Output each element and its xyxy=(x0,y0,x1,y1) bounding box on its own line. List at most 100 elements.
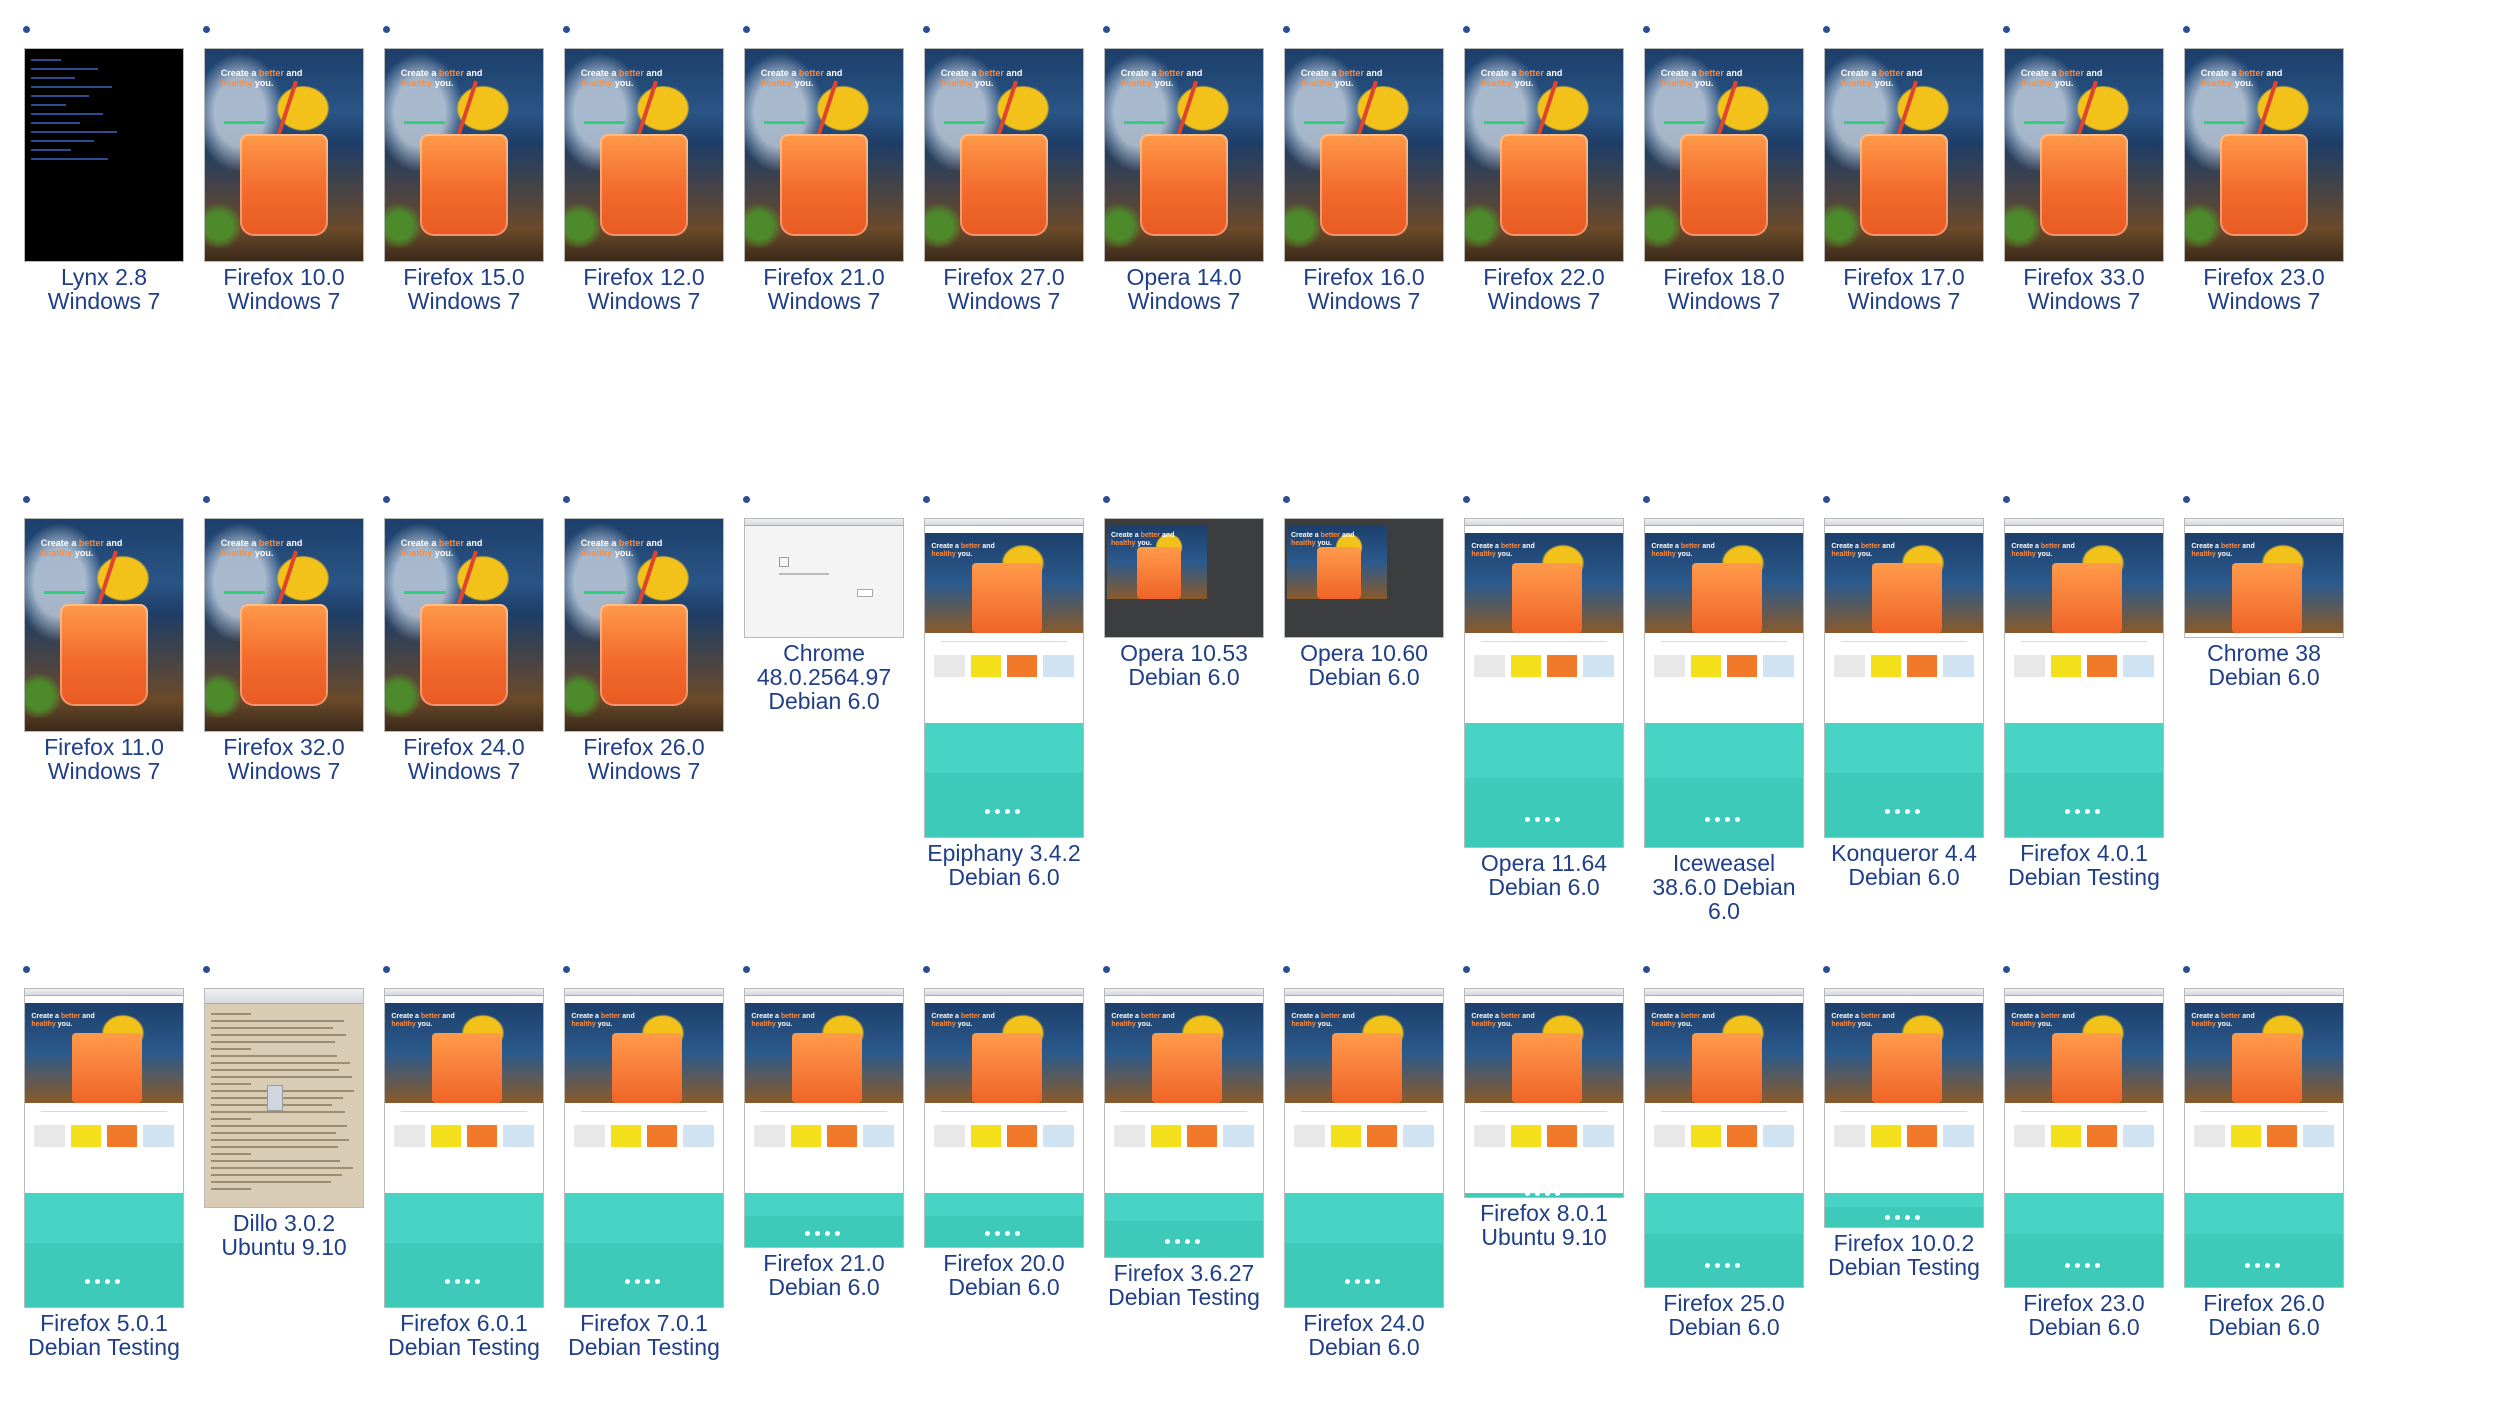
page-text-line xyxy=(211,1188,251,1190)
page-screenshot-thumbnail[interactable]: Create a better and healthy you. xyxy=(1824,48,1984,262)
page-screenshot-thumbnail[interactable]: Create a better and healthy you. xyxy=(2184,518,2344,638)
page-screenshot-thumbnail[interactable]: Create a better and healthy you. xyxy=(1284,518,1444,638)
product-card xyxy=(2266,1125,2298,1147)
browser-toolbar xyxy=(1285,989,1443,996)
os-name: Debian 6.0 xyxy=(948,1274,1060,1300)
product-row xyxy=(934,1125,1074,1147)
browser-name: Iceweasel 38.6.0 Debian 6.0 xyxy=(1652,850,1796,924)
page-screenshot-thumbnail[interactable]: Create a better and healthy you. xyxy=(384,48,544,262)
browser-toolbar xyxy=(2185,989,2343,996)
page-screenshot-thumbnail[interactable]: Create a better and healthy you. xyxy=(1644,988,1804,1288)
page-screenshot-thumbnail[interactable]: Create a better and healthy you. xyxy=(1284,48,1444,262)
page-screenshot-thumbnail[interactable] xyxy=(204,988,364,1208)
social-icon xyxy=(1735,817,1740,822)
page-screenshot-thumbnail[interactable]: Create a better and healthy you. xyxy=(1104,518,1264,638)
page-screenshot-thumbnail[interactable]: Create a better and healthy you. xyxy=(564,988,724,1308)
page-screenshot-thumbnail[interactable]: Create a better and healthy you. xyxy=(924,988,1084,1248)
browser-result-cell: Create a better and healthy you. Firefox 2… xyxy=(383,496,544,783)
hero-headline: Create a better and healthy you. xyxy=(2011,1013,2075,1028)
page-screenshot-thumbnail[interactable]: Create a better and healthy you. xyxy=(2004,988,2164,1288)
page-screenshot-thumbnail[interactable]: Create a better and healthy you. xyxy=(1644,48,1804,262)
page-screenshot-thumbnail[interactable]: Create a better and healthy you. xyxy=(384,518,544,732)
page-screenshot-thumbnail[interactable]: Create a better and healthy you. xyxy=(924,48,1084,262)
drink-glass xyxy=(1332,1033,1402,1103)
page-screenshot-thumbnail[interactable]: Create a better and healthy you. xyxy=(1284,988,1444,1308)
drink-glass xyxy=(1512,1033,1582,1103)
product-card xyxy=(1546,1125,1578,1147)
page-text-line xyxy=(211,1132,336,1134)
page-screenshot-thumbnail[interactable]: Create a better and healthy you. xyxy=(204,48,364,262)
page-screenshot-thumbnail[interactable]: Create a better and healthy you. xyxy=(564,48,724,262)
page-screenshot-thumbnail[interactable]: Create a better and healthy you. xyxy=(1104,48,1264,262)
product-card xyxy=(1042,1125,1074,1147)
page-screenshot-thumbnail[interactable]: Create a better and healthy you. xyxy=(2004,518,2164,838)
page-screenshot-thumbnail[interactable]: Create a better and healthy you. xyxy=(384,988,544,1308)
hero-photo: Create a better and healthy you. xyxy=(1465,49,1623,261)
hero-photo: Create a better and healthy you. xyxy=(2005,533,2163,633)
social-icon xyxy=(2265,1263,2270,1268)
page-text-line xyxy=(211,1139,349,1141)
browser-result-cell: Create a better and healthy you. Firefox 3… xyxy=(2003,26,2164,313)
page-screenshot-thumbnail[interactable]: Create a better and healthy you. xyxy=(924,518,1084,838)
products-section xyxy=(1465,633,1623,723)
page-screenshot-thumbnail[interactable]: Create a better and healthy you. xyxy=(204,518,364,732)
browser-result-cell: Dillo 3.0.2 Ubuntu 9.10 xyxy=(203,966,364,1259)
browser-name: Firefox 17.0 xyxy=(1843,264,1965,290)
product-card xyxy=(466,1125,498,1147)
bullet-dot xyxy=(2003,496,2010,503)
page-screenshot-thumbnail[interactable]: Create a better and healthy you. xyxy=(564,518,724,732)
drink-glass xyxy=(1139,133,1229,236)
drink-glass xyxy=(1872,1033,1942,1103)
social-icon xyxy=(1175,1239,1180,1244)
page-screenshot-thumbnail[interactable]: Create a better and healthy you. xyxy=(1824,988,1984,1228)
page-screenshot-thumbnail[interactable]: Create a better and healthy you. xyxy=(1824,518,1984,838)
social-icon xyxy=(815,1231,820,1236)
hero-headline: Create a better and healthy you. xyxy=(580,538,663,559)
page-screenshot-thumbnail[interactable]: Create a better and healthy you. xyxy=(24,988,184,1308)
page-screenshot-thumbnail[interactable]: Create a better and healthy you. xyxy=(744,988,904,1248)
browser-result-cell: Create a better and healthy you. Firefox 7… xyxy=(563,966,724,1359)
page-screenshot-thumbnail[interactable]: Create a better and healthy you. xyxy=(2004,48,2164,262)
os-name: Windows 7 xyxy=(47,288,161,314)
hero-headline: Create a better and healthy you. xyxy=(400,538,483,559)
browser-result-cell: Create a better and healthy you. Konqueror… xyxy=(1823,496,1984,889)
page-screenshot-thumbnail[interactable]: Create a better and healthy you. xyxy=(1464,48,1624,262)
page-screenshot-thumbnail[interactable]: Create a better and healthy you. xyxy=(1464,518,1624,848)
browser-result-cell: Create a better and healthy you. Chrome 38… xyxy=(2183,496,2344,690)
page-screenshot-thumbnail[interactable]: Create a better and healthy you. xyxy=(2184,988,2344,1288)
browser-toolbar xyxy=(925,519,1083,526)
browser-caption: Opera 10.60 Debian 6.0 xyxy=(1284,641,1444,689)
products-section xyxy=(925,1103,1083,1193)
browser-caption: Dillo 3.0.2 Ubuntu 9.10 xyxy=(204,1211,364,1259)
page-screenshot-thumbnail[interactable]: Create a better and healthy you. xyxy=(24,518,184,732)
hero-headline: Create a better and healthy you. xyxy=(931,1013,995,1028)
bullet-dot xyxy=(203,966,210,973)
terminal-text-line xyxy=(31,149,71,151)
social-icon xyxy=(1545,817,1550,822)
page-screenshot-thumbnail[interactable]: Create a better and healthy you. xyxy=(1464,988,1624,1198)
page-screenshot-thumbnail[interactable]: Create a better and healthy you. xyxy=(744,48,904,262)
hero-photo: Create a better and healthy you. xyxy=(1105,1003,1263,1103)
page-screenshot-thumbnail[interactable]: Create a better and healthy you. xyxy=(2184,48,2344,262)
bullet-dot xyxy=(1463,496,1470,503)
leaves-decoration xyxy=(385,663,420,719)
browser-name: Firefox 26.0 xyxy=(583,734,705,760)
hero-photo: Create a better and healthy you. xyxy=(745,1003,903,1103)
page-screenshot-thumbnail[interactable]: Create a better and healthy you. xyxy=(1104,988,1264,1258)
section-heading-line xyxy=(940,1111,1068,1112)
page-screenshot-thumbnail[interactable] xyxy=(24,48,184,262)
product-card xyxy=(2050,655,2082,677)
page-screenshot-thumbnail[interactable] xyxy=(744,518,904,638)
bullet-dot xyxy=(2183,496,2190,503)
browser-result-cell: Create a better and healthy you. Opera 10.… xyxy=(1283,496,1444,689)
section-heading-line xyxy=(400,1111,528,1112)
page-screenshot-thumbnail[interactable]: Create a better and healthy you. xyxy=(1644,518,1804,848)
bullet-dot xyxy=(1283,496,1290,503)
hero-photo: Create a better and healthy you. xyxy=(1465,533,1623,633)
os-name: Debian 6.0 xyxy=(2208,664,2320,690)
drink-glass xyxy=(1679,133,1769,236)
leaves-decoration xyxy=(1105,193,1140,249)
social-icon xyxy=(2085,809,2090,814)
product-card xyxy=(2122,1125,2154,1147)
browser-name: Firefox 24.0 xyxy=(1303,1310,1425,1336)
